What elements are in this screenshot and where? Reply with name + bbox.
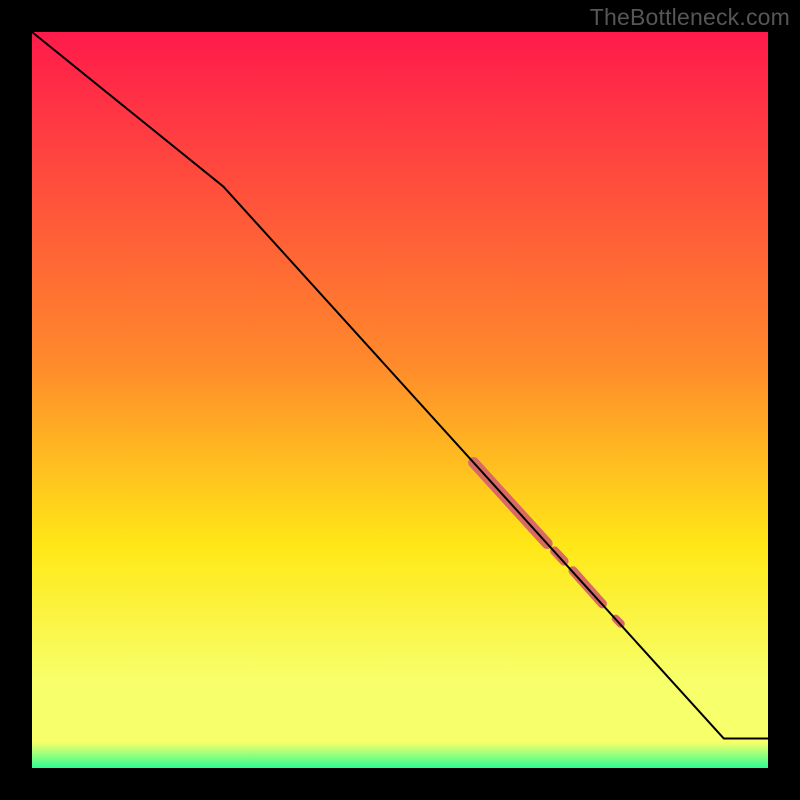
plot-area	[32, 32, 768, 768]
chart-frame: TheBottleneck.com	[0, 0, 800, 800]
watermark-text: TheBottleneck.com	[590, 4, 790, 31]
chart-svg	[32, 32, 768, 768]
curve-line	[32, 32, 768, 739]
